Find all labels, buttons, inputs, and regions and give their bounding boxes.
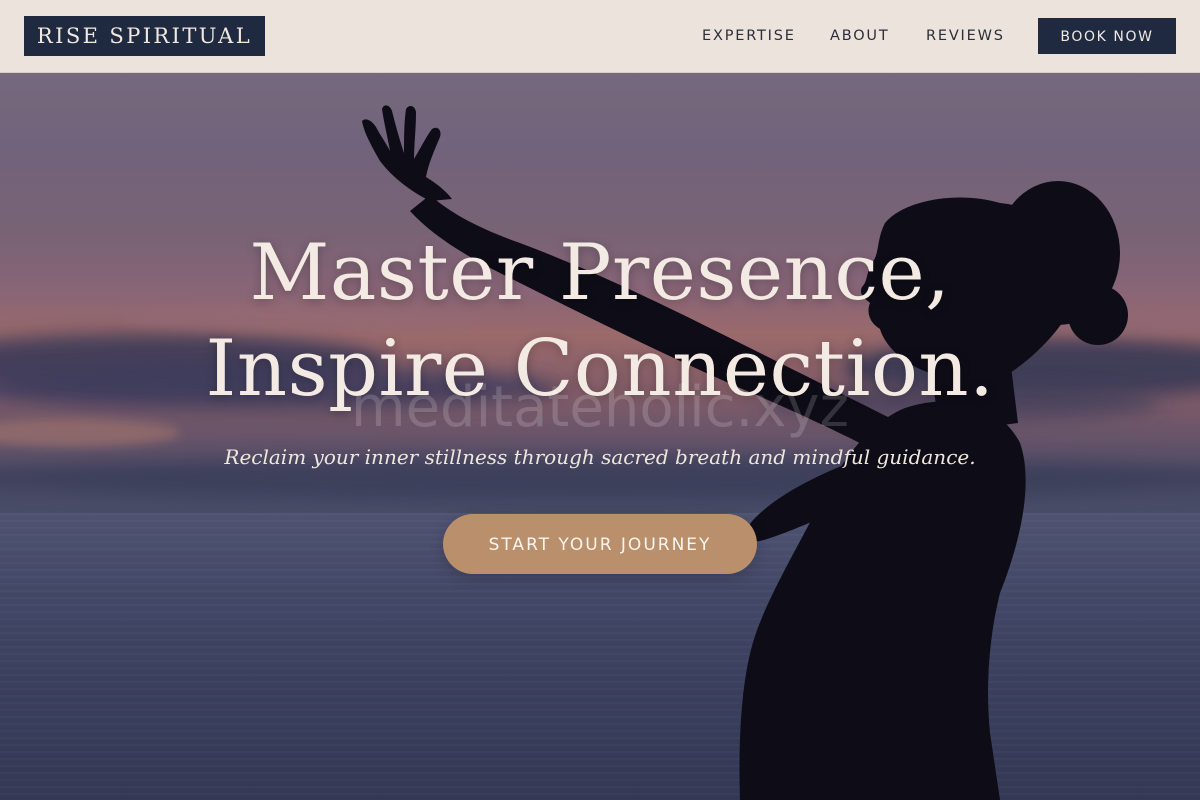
logo[interactable]: RISE SPIRITUAL [24,16,265,56]
nav-link-about[interactable]: ABOUT [830,26,890,46]
book-now-button[interactable]: BOOK NOW [1038,18,1176,54]
start-journey-button[interactable]: START YOUR JOURNEY [443,514,757,574]
hero-overlay [0,73,1200,800]
nav-link-reviews[interactable]: REVIEWS [926,26,1005,46]
hero-section: Master Presence, Inspire Connection. med… [0,73,1200,800]
hero-subtitle: Reclaim your inner stillness through sac… [224,445,976,469]
page: RISE SPIRITUAL EXPERTISE ABOUT REVIEWS B… [0,0,1200,800]
site-header: RISE SPIRITUAL EXPERTISE ABOUT REVIEWS B… [0,0,1200,73]
nav-link-expertise[interactable]: EXPERTISE [702,26,796,46]
hero-title-line-2: Inspire Connection. [205,324,995,414]
hero-title: Master Presence, Inspire Connection. [0,225,1200,417]
hero-title-line-1: Master Presence, [249,228,951,318]
